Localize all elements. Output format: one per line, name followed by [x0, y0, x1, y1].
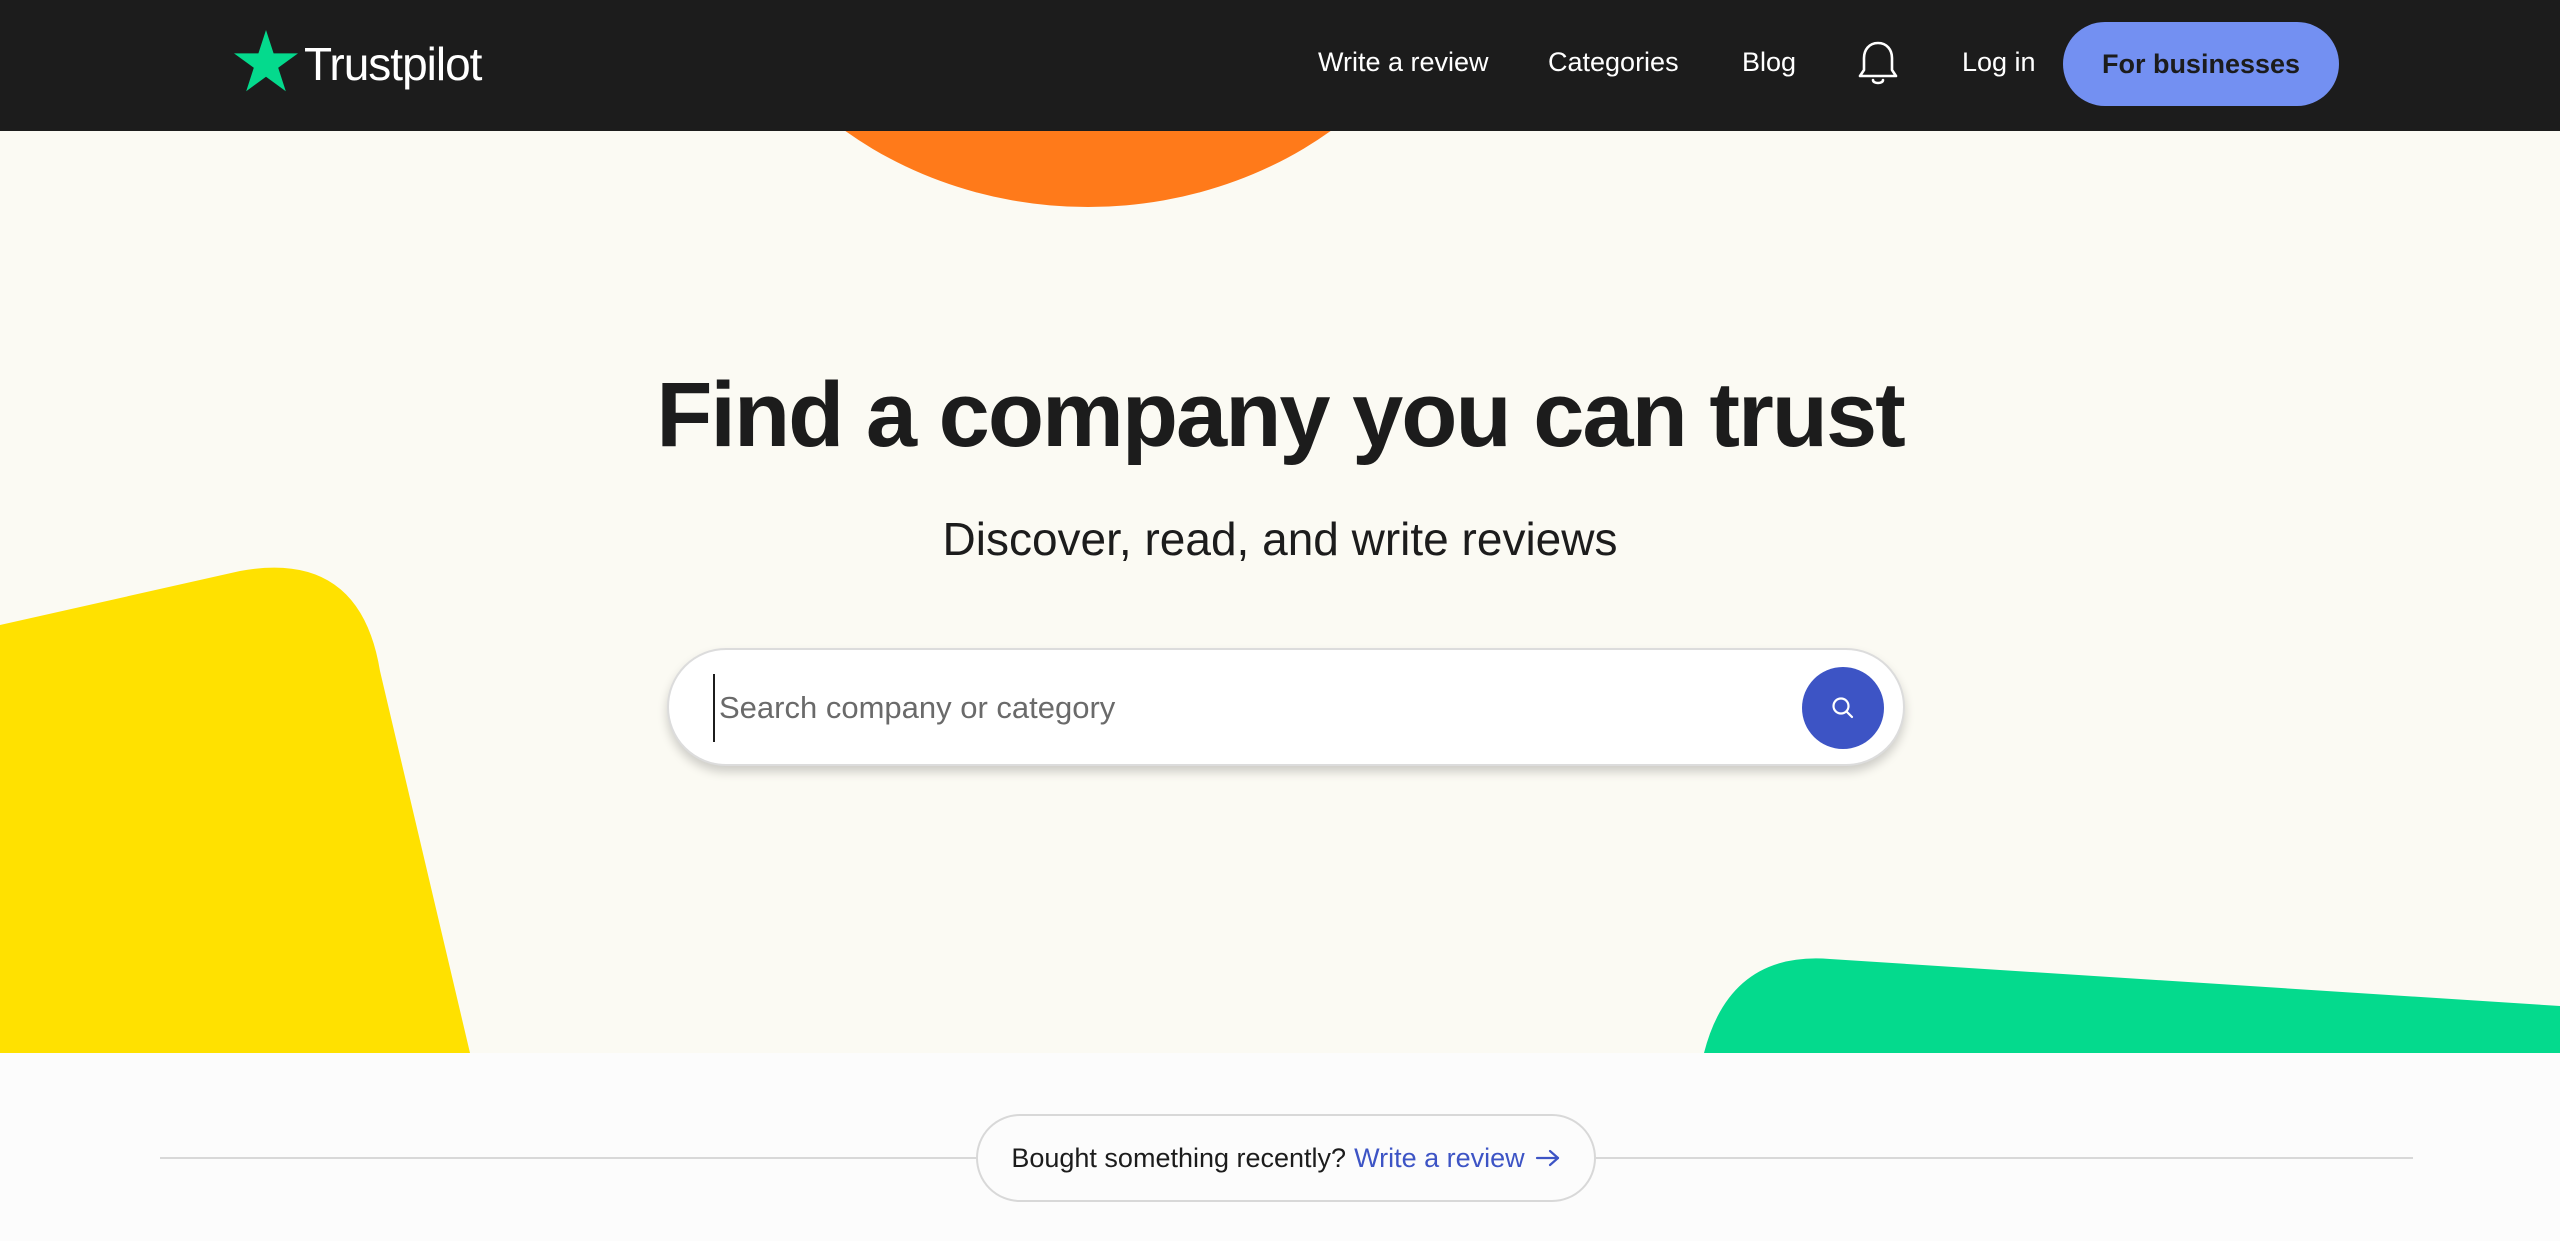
cta-write-review-link[interactable]: Write a review — [1354, 1143, 1561, 1174]
orange-circle-shape — [845, 131, 1331, 207]
cta-link-label: Write a review — [1354, 1142, 1525, 1173]
hero-title: Find a company you can trust — [656, 364, 1906, 466]
logo-wordmark: Trustpilot — [304, 38, 482, 90]
cta-text: Bought something recently? — [1011, 1142, 1347, 1173]
nav-categories-link[interactable]: Categories — [1548, 44, 1679, 80]
write-review-cta: Bought something recently? Write a revie… — [976, 1114, 1596, 1202]
yellow-shape — [0, 567, 470, 1053]
nav-blog-link[interactable]: Blog — [1742, 44, 1796, 80]
arrow-right-icon — [1535, 1149, 1559, 1167]
nav-login-link[interactable]: Log in — [1962, 44, 2036, 80]
search-bar — [667, 648, 1905, 766]
green-shape — [1704, 958, 2560, 1053]
hero-subtitle: Discover, read, and write reviews — [942, 513, 1618, 565]
search-icon — [1832, 697, 1854, 719]
search-input[interactable] — [713, 674, 1713, 742]
decorative-shapes — [0, 131, 2560, 1053]
top-nav-bar: Trustpilot Write a review Categories Blo… — [0, 0, 2560, 131]
search-button[interactable] — [1802, 667, 1884, 749]
for-businesses-button[interactable]: For businesses — [2063, 22, 2339, 106]
star-logo-icon — [234, 30, 298, 92]
bell-icon[interactable] — [1857, 40, 1899, 88]
trustpilot-logo[interactable]: Trustpilot — [234, 26, 482, 96]
hero-section: Find a company you can trust Discover, r… — [0, 131, 2560, 1053]
nav-write-review-link[interactable]: Write a review — [1318, 44, 1489, 80]
